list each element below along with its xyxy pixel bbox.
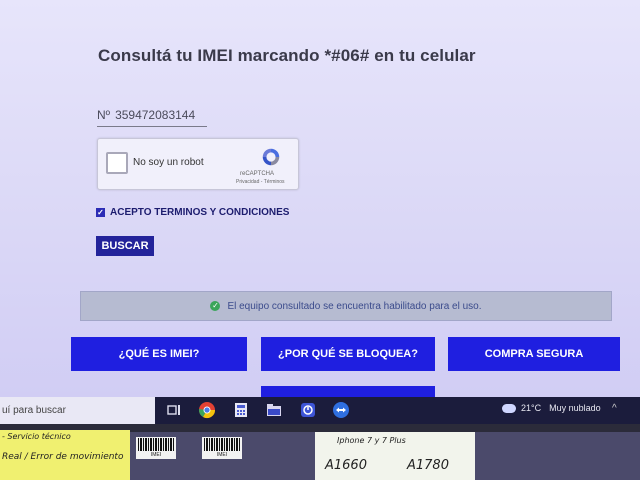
browser-viewport: Consultá tu IMEI marcando *#06# en tu ce…	[0, 0, 640, 430]
nav-button-safe-purchase[interactable]: COMPRA SEGURA	[448, 337, 620, 371]
search-button[interactable]: BUSCAR	[96, 236, 154, 256]
imei-value: 359472083144	[115, 108, 196, 122]
white-note: Iphone 7 y 7 Plus A1660 A1780	[315, 432, 475, 480]
temperature-text: 21°C	[521, 403, 542, 413]
taskbar: uí para buscar 21°C Muy nublado ^	[0, 397, 640, 424]
recaptcha-links[interactable]: Privacidad - Términos	[236, 179, 285, 185]
barcode-icon	[138, 438, 174, 451]
cloud-icon	[502, 403, 516, 413]
teamviewer-icon[interactable]	[332, 401, 350, 419]
note-line: Iphone 7 y 7 Plus	[337, 436, 406, 445]
alert-message: El equipo consultado se encuentra habili…	[227, 300, 482, 312]
chrome-icon[interactable]	[198, 401, 216, 419]
status-alert: ✓ El equipo consultado se encuentra habi…	[80, 291, 612, 321]
note-line: - Servicio técnico	[2, 432, 71, 441]
check-circle-icon: ✓	[210, 301, 221, 311]
yellow-sticky-note: - Servicio técnico Real / Error de movim…	[0, 430, 130, 480]
terms-label: ACEPTO TERMINOS Y CONDICIONES	[110, 207, 290, 218]
weather-widget[interactable]: 21°C Muy nublado	[502, 403, 601, 413]
recaptcha-checkbox[interactable]	[106, 152, 128, 174]
imei-input[interactable]: Nº 359472083144	[97, 108, 207, 127]
checkmark-icon[interactable]: ✓	[96, 208, 105, 217]
file-explorer-icon[interactable]	[265, 401, 283, 419]
model-number: A1780	[407, 458, 449, 473]
barcode-label: IMEI	[202, 437, 242, 459]
imei-prefix: Nº	[97, 108, 111, 122]
nav-button-why-blocked[interactable]: ¿POR QUÉ SE BLOQUEA?	[261, 337, 435, 371]
note-line: Real / Error de movimiento	[2, 452, 124, 462]
recaptcha-widget: No soy un robot reCAPTCHA Privacidad - T…	[97, 138, 299, 190]
nav-button-what-is-imei[interactable]: ¿QUÉ ES IMEI?	[71, 337, 247, 371]
page-title: Consultá tu IMEI marcando *#06# en tu ce…	[98, 46, 476, 65]
taskbar-search[interactable]: uí para buscar	[0, 397, 155, 424]
app-icon[interactable]	[299, 401, 317, 419]
barcode-icon	[204, 438, 240, 451]
recaptcha-logo-icon	[262, 148, 280, 166]
weather-text: Muy nublado	[549, 403, 601, 413]
recaptcha-brand: reCAPTCHA	[240, 171, 275, 177]
chevron-up-icon[interactable]: ^	[612, 403, 617, 414]
calculator-icon[interactable]	[232, 401, 250, 419]
barcode-label: IMEI	[136, 437, 176, 459]
recaptcha-label: No soy un robot	[133, 157, 204, 168]
barcode-caption: IMEI	[150, 452, 162, 458]
task-view-icon[interactable]	[165, 401, 183, 419]
terms-checkbox[interactable]: ✓ ACEPTO TERMINOS Y CONDICIONES	[96, 207, 289, 218]
model-number: A1660	[325, 458, 367, 473]
barcode-caption: IMEI	[216, 452, 228, 458]
